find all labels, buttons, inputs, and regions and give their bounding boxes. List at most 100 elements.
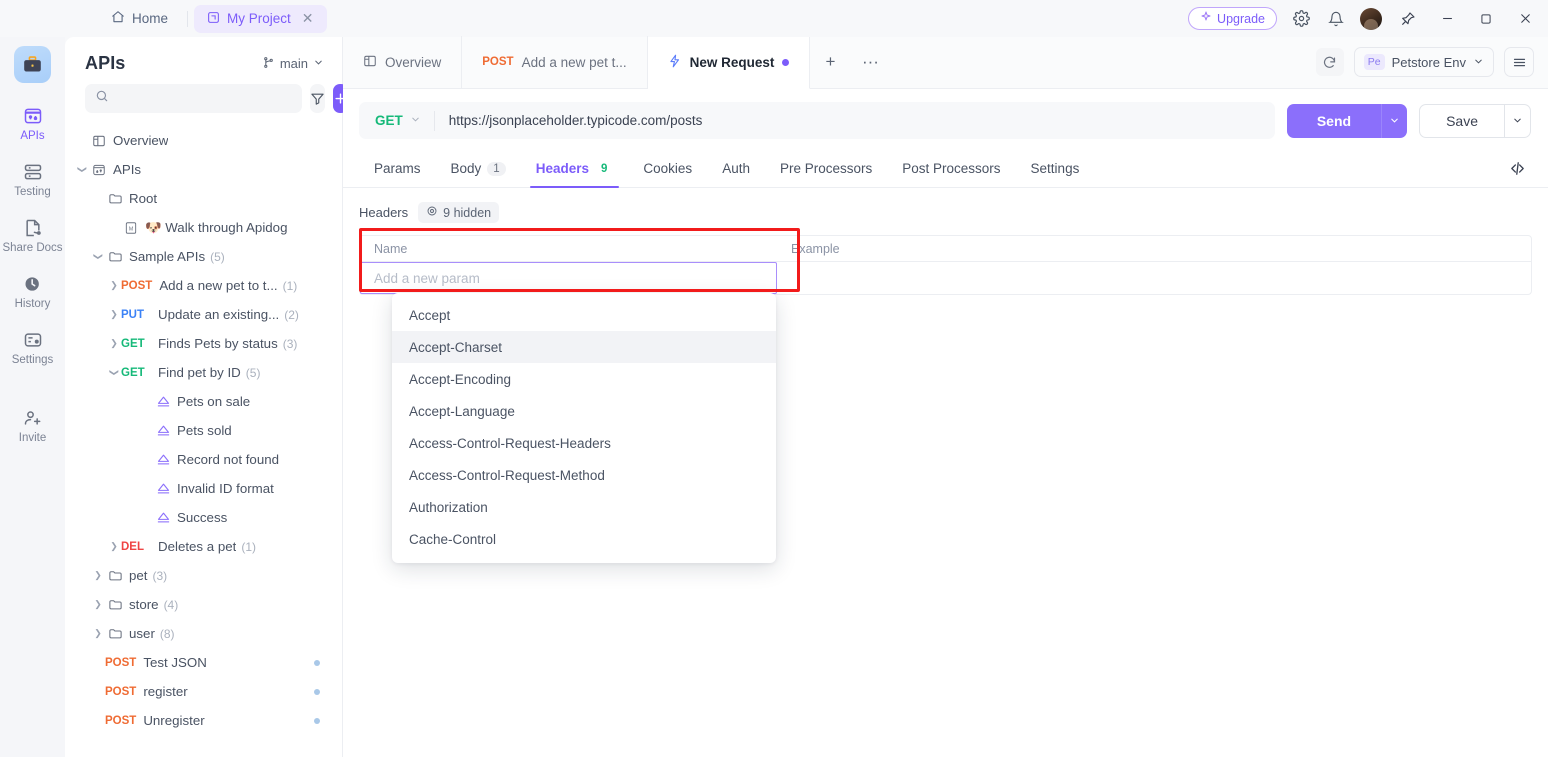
gear-icon[interactable] [1290, 8, 1312, 30]
method-badge: POST [105, 685, 137, 698]
environment-selector[interactable]: Pe Petstore Env [1353, 47, 1494, 77]
close-window-button[interactable] [1512, 6, 1538, 32]
method-selector[interactable]: GET [359, 113, 434, 128]
tab-more-button[interactable]: ··· [850, 36, 890, 88]
pin-icon[interactable] [1395, 6, 1421, 32]
tree-folder-row[interactable]: ❯ pet (3) [65, 561, 342, 590]
tree-item-row[interactable]: M 🐶 Walk through Apidog [65, 213, 342, 242]
autocomplete-option[interactable]: Access-Control-Request-Headers [392, 427, 776, 459]
project-tab[interactable]: My Project ✕ [194, 4, 327, 33]
sidebar-item-share-docs[interactable]: Share Docs [2, 217, 63, 254]
tree-folder-row[interactable]: ❯ store (4) [65, 590, 342, 619]
env-menu-icon[interactable] [1504, 47, 1534, 77]
tree-item-row[interactable]: Pets on sale [65, 387, 342, 416]
tree-api-row[interactable]: POST register [65, 677, 342, 706]
chevron-toggle-icon[interactable]: ❯ [91, 570, 105, 581]
sidebar-item-invite[interactable]: Invite [3, 407, 63, 444]
branch-selector[interactable]: main [262, 56, 324, 72]
sidebar-item-settings[interactable]: Settings [3, 329, 63, 366]
chevron-toggle-icon[interactable]: ❯ [91, 628, 105, 639]
tree-api-row[interactable]: ❯ DEL Deletes a pet (1) [65, 532, 342, 561]
tab-post-processors[interactable]: Post Processors [887, 150, 1015, 188]
tree-folder-row[interactable]: ❯ user (8) [65, 619, 342, 648]
testing-icon [23, 161, 43, 183]
tab-params[interactable]: Params [359, 150, 436, 188]
chevron-toggle-icon[interactable]: ❯ [93, 250, 104, 264]
upgrade-button[interactable]: Upgrade [1188, 7, 1277, 30]
code-icon[interactable] [1502, 154, 1532, 184]
new-tab-button[interactable]: + [810, 36, 850, 88]
tab-overview[interactable]: Overview [343, 36, 463, 88]
sidebar-item-apis-label: APIs [20, 130, 45, 142]
chevron-toggle-icon[interactable]: ❯ [77, 163, 88, 177]
tree-item-row[interactable]: Success [65, 503, 342, 532]
search-box[interactable] [85, 84, 302, 113]
new-param-example-cell[interactable] [777, 262, 1531, 294]
tab-pre-processors[interactable]: Pre Processors [765, 150, 887, 188]
save-options-button[interactable] [1505, 103, 1531, 138]
avatar[interactable] [1360, 7, 1382, 30]
tree-item-row[interactable]: Invalid ID format [65, 474, 342, 503]
tab-body[interactable]: Body 1 [436, 150, 521, 188]
tree-folder-row[interactable]: Root [65, 184, 342, 213]
tree-api-row[interactable]: ❯ GET Find pet by ID (5) [65, 358, 342, 387]
share-docs-icon [23, 217, 43, 239]
modified-dot [314, 688, 320, 695]
tab-new-request[interactable]: New Request [647, 37, 811, 89]
tab-settings[interactable]: Settings [1016, 150, 1095, 188]
autocomplete-option[interactable]: Cache-Control [392, 523, 776, 555]
tree-item-label: APIs [113, 162, 142, 177]
tree-folder-row[interactable]: ❯ Sample APIs (5) [65, 242, 342, 271]
tab-cookies[interactable]: Cookies [628, 150, 707, 188]
hidden-headers-chip[interactable]: 9 hidden [418, 202, 500, 223]
sidebar-item-testing[interactable]: Testing [3, 161, 63, 198]
tree-item-row[interactable]: Record not found [65, 445, 342, 474]
chevron-toggle-icon[interactable]: ❯ [107, 541, 121, 552]
tree-api-row[interactable]: ❯ GET Finds Pets by status (3) [65, 329, 342, 358]
tree-item-count: (5) [245, 365, 261, 380]
tab-auth[interactable]: Auth [707, 150, 765, 188]
tree-api-row[interactable]: POST Test JSON [65, 648, 342, 677]
autocomplete-option[interactable]: Authorization [392, 491, 776, 523]
bell-icon[interactable] [1325, 8, 1347, 30]
tree-item-row[interactable]: ❯ APIs [65, 155, 342, 184]
chevron-toggle-icon[interactable]: ❯ [91, 599, 105, 610]
chevron-toggle-icon[interactable]: ❯ [107, 309, 121, 320]
filter-button[interactable] [310, 84, 325, 113]
home-tab[interactable]: Home [98, 5, 181, 33]
headers-new-row [360, 262, 1531, 294]
minimize-button[interactable] [1434, 6, 1460, 32]
refresh-icon[interactable] [1315, 48, 1344, 76]
sidebar-item-apis[interactable]: APIs [3, 105, 63, 142]
tree-api-row[interactable]: ❯ PUT Update an existing... (2) [65, 300, 342, 329]
maximize-button[interactable] [1473, 6, 1499, 32]
save-button[interactable]: Save [1419, 103, 1505, 138]
workspace-logo-icon[interactable] [14, 46, 51, 83]
title-bar-actions: Upgrade [1188, 0, 1538, 37]
request-tab-bar: Overview POST Add a new pet t... New Req… [343, 36, 1548, 89]
close-icon[interactable]: ✕ [302, 10, 314, 27]
tree-item-row[interactable]: Overview [65, 126, 342, 155]
send-button[interactable]: Send [1286, 103, 1382, 138]
new-param-name-cell[interactable] [360, 262, 777, 294]
sidebar-header: APIs main [65, 37, 342, 84]
search-input[interactable] [116, 91, 292, 106]
autocomplete-option[interactable]: Accept [392, 299, 776, 331]
send-options-button[interactable] [1381, 103, 1408, 138]
tree-api-row[interactable]: ❯ POST Add a new pet to t... (1) [65, 271, 342, 300]
url-input[interactable] [434, 113, 1275, 128]
autocomplete-option[interactable]: Accept-Encoding [392, 363, 776, 395]
autocomplete-option[interactable]: Accept-Charset [392, 331, 776, 363]
tree-api-row[interactable]: POST Unregister [65, 706, 342, 735]
sidebar-item-history[interactable]: History [3, 273, 63, 310]
tab-headers[interactable]: Headers 9 [521, 150, 629, 188]
chevron-toggle-icon[interactable]: ❯ [109, 366, 120, 380]
chevron-toggle-icon[interactable]: ❯ [107, 280, 121, 291]
new-param-name-input[interactable] [361, 263, 776, 293]
tree-item-label: Find pet by ID [158, 365, 241, 380]
tab-add-new-pet[interactable]: POST Add a new pet t... [462, 36, 648, 88]
tree-item-row[interactable]: Pets sold [65, 416, 342, 445]
autocomplete-option[interactable]: Accept-Language [392, 395, 776, 427]
autocomplete-option[interactable]: Access-Control-Request-Method [392, 459, 776, 491]
chevron-toggle-icon[interactable]: ❯ [107, 338, 121, 349]
